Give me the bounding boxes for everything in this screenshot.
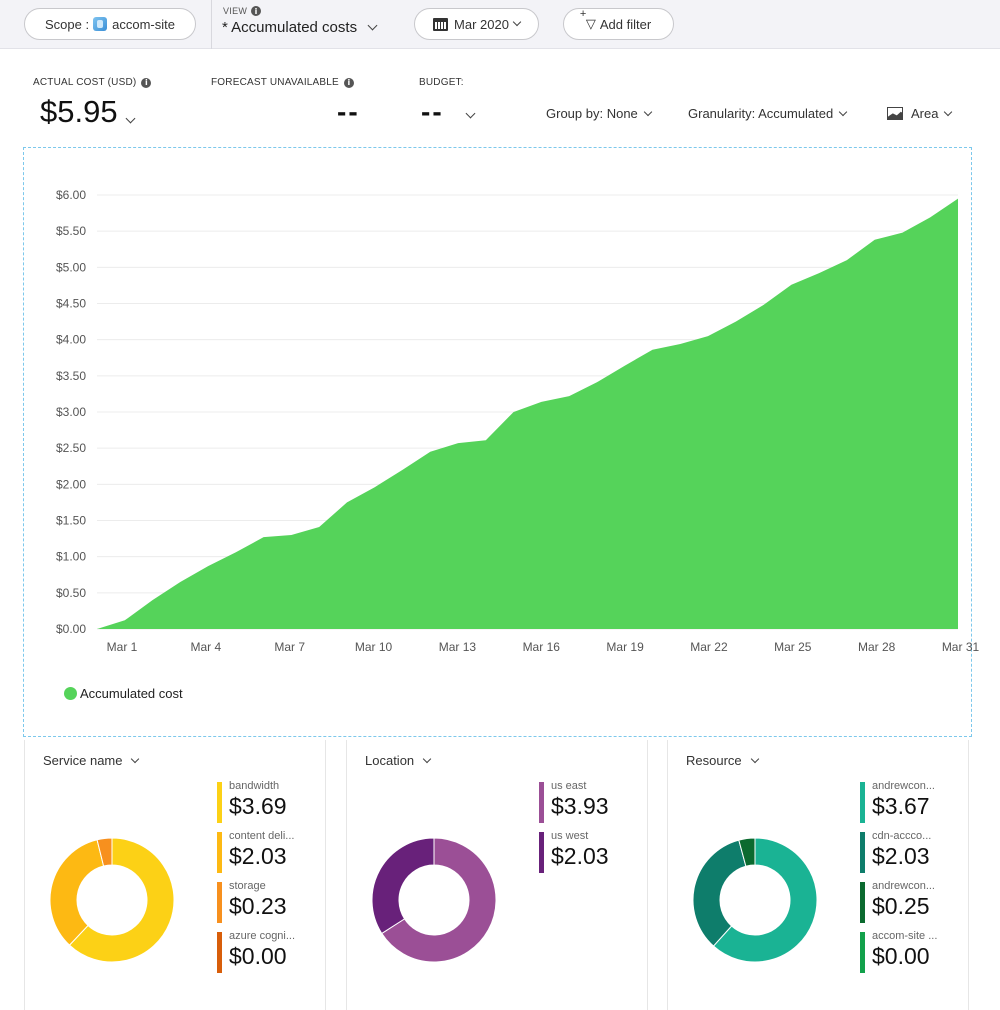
donut-slice[interactable] <box>49 839 105 946</box>
legend-color-bar <box>860 832 865 873</box>
y-tick-label: $4.50 <box>56 297 86 311</box>
x-tick-label: Mar 4 <box>191 640 222 654</box>
legend-item-name: andrewcon... <box>872 880 935 892</box>
legend-color-bar <box>860 882 865 923</box>
y-tick-label: $3.00 <box>56 405 86 419</box>
donut-legend: us east $3.93 us west $2.03 <box>539 780 609 880</box>
legend-item-value: $2.03 <box>229 843 287 869</box>
legend-item[interactable]: storage $0.23 <box>217 880 295 930</box>
legend-item-name: accom-site ... <box>872 930 938 942</box>
panel-title: Resource <box>686 753 742 768</box>
chart-legend[interactable]: Accumulated cost <box>64 686 183 701</box>
y-tick-label: $2.00 <box>56 477 86 491</box>
legend-color-bar <box>860 932 865 973</box>
accumulated-cost-chart: $0.00 $0.50 $1.00 $1.50 $2.00 $2.50 $3.00 $3.50… <box>56 188 980 654</box>
panel-title: Service name <box>43 753 123 768</box>
legend-label: Accumulated cost <box>80 686 183 701</box>
legend-item[interactable]: azure cogni... $0.00 <box>217 930 295 980</box>
y-axis-ticks: $0.00 $0.50 $1.00 $1.50 $2.00 $2.50 $3.00 $3.50… <box>56 188 86 636</box>
x-tick-label: Mar 1 <box>107 640 138 654</box>
legend-item-name: cdn-accco... <box>872 830 932 842</box>
y-tick-label: $1.00 <box>56 550 86 564</box>
legend-item-value: $0.25 <box>872 893 930 919</box>
x-tick-label: Mar 16 <box>523 640 561 654</box>
y-tick-label: $0.00 <box>56 622 86 636</box>
donut-slice[interactable] <box>371 837 435 935</box>
x-tick-label: Mar 31 <box>942 640 980 654</box>
y-tick-label: $5.00 <box>56 260 86 274</box>
legend-item-value: $0.23 <box>229 893 287 919</box>
legend-item-name: storage <box>229 880 266 892</box>
panel-resource: Resource andrewcon... $3.67 cdn-accco... $2… <box>667 740 969 1010</box>
legend-item[interactable]: content deli... $2.03 <box>217 830 295 880</box>
legend-color-bar <box>217 782 222 823</box>
legend-item[interactable]: bandwidth $3.69 <box>217 780 295 830</box>
legend-item-value: $3.93 <box>551 793 609 819</box>
y-tick-label: $3.50 <box>56 369 86 383</box>
legend-color-bar <box>539 832 544 873</box>
legend-item-name: us west <box>551 830 589 842</box>
legend-item-name: azure cogni... <box>229 930 296 942</box>
panel-title-dropdown[interactable]: Service name <box>43 753 140 768</box>
legend-item-value: $0.00 <box>229 943 287 969</box>
legend-item[interactable]: cdn-accco... $2.03 <box>860 830 937 880</box>
x-tick-label: Mar 7 <box>274 640 305 654</box>
legend-color-bar <box>217 882 222 923</box>
chevron-down-icon <box>422 754 432 763</box>
x-tick-label: Mar 19 <box>606 640 644 654</box>
area-series-accumulated-cost[interactable] <box>97 198 958 629</box>
legend-item-name: andrewcon... <box>872 780 935 792</box>
legend-item-value: $2.03 <box>551 843 609 869</box>
panel-location: Location us east $3.93 us west $2.03 <box>346 740 648 1010</box>
legend-item[interactable]: andrewcon... $0.25 <box>860 880 937 930</box>
y-tick-label: $6.00 <box>56 188 86 202</box>
x-tick-label: Mar 25 <box>774 640 812 654</box>
legend-item-value: $3.67 <box>872 793 930 819</box>
legend-item[interactable]: us west $2.03 <box>539 830 609 880</box>
legend-item-value: $3.69 <box>229 793 287 819</box>
y-tick-label: $4.00 <box>56 333 86 347</box>
legend-item[interactable]: accom-site ... $0.00 <box>860 930 937 980</box>
legend-color-bar <box>217 832 222 873</box>
donut-chart <box>371 837 497 963</box>
x-tick-label: Mar 10 <box>355 640 393 654</box>
panel-title-dropdown[interactable]: Location <box>365 753 432 768</box>
panel-title: Location <box>365 753 415 768</box>
legend-item-name: content deli... <box>229 830 295 842</box>
legend-swatch <box>64 687 77 700</box>
legend-item-value: $0.00 <box>872 943 930 969</box>
legend-color-bar <box>217 932 222 973</box>
donut-chart <box>692 837 818 963</box>
donut-chart <box>49 837 175 963</box>
donut-legend: andrewcon... $3.67 cdn-accco... $2.03 andrew… <box>860 780 937 980</box>
panel-title-dropdown[interactable]: Resource <box>686 753 759 768</box>
legend-item-name: us east <box>551 780 587 792</box>
legend-item-value: $2.03 <box>872 843 930 869</box>
chevron-down-icon <box>750 754 759 763</box>
y-tick-label: $0.50 <box>56 586 86 600</box>
legend-item[interactable]: andrewcon... $3.67 <box>860 780 937 830</box>
y-tick-label: $1.50 <box>56 514 86 528</box>
legend-color-bar <box>860 782 865 823</box>
legend-item-name: bandwidth <box>229 780 280 792</box>
y-tick-label: $2.50 <box>56 441 86 455</box>
x-tick-label: Mar 28 <box>858 640 896 654</box>
panel-service-name: Service name bandwidth $3.69 content deli.… <box>24 740 326 1010</box>
x-axis-ticks: Mar 1 Mar 4 Mar 7 Mar 10 Mar 13 Mar 16 Mar 19 M… <box>107 640 980 654</box>
donut-legend: bandwidth $3.69 content deli... $2.03 storag… <box>217 780 295 980</box>
x-tick-label: Mar 22 <box>690 640 728 654</box>
legend-color-bar <box>539 782 544 823</box>
chevron-down-icon <box>131 754 140 763</box>
x-tick-label: Mar 13 <box>439 640 477 654</box>
legend-item[interactable]: us east $3.93 <box>539 780 609 830</box>
y-tick-label: $5.50 <box>56 224 86 238</box>
